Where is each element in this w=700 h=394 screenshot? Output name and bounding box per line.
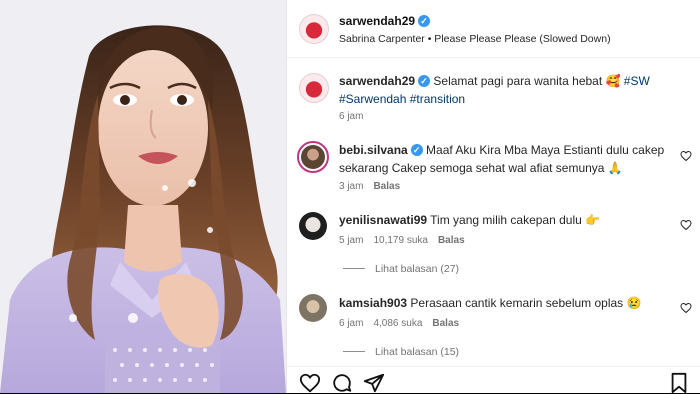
comment-avatar[interactable] [299, 212, 327, 240]
comment-time: 5 jam [339, 235, 364, 246]
verified-badge-icon: ✓ [410, 144, 423, 156]
caption-username[interactable]: sarwendah29 [339, 74, 415, 88]
replies-line [343, 351, 365, 352]
comment-username[interactable]: kamsiah903 [339, 296, 407, 310]
author-username[interactable]: sarwendah29 ✓ [339, 14, 431, 28]
comment-avatar[interactable] [299, 294, 327, 322]
view-replies-label[interactable]: Lihat balasan (15) [375, 346, 459, 358]
caption-time: 6 jam [339, 111, 364, 122]
caption-body: Selamat pagi para wanita hebat 🥰 [433, 74, 624, 88]
comment-username[interactable]: bebi.silvana [339, 143, 408, 157]
comment-text: yenilisnawati99 Tim yang milih cakepan d… [339, 211, 669, 229]
view-replies-label[interactable]: Lihat balasan (27) [375, 263, 459, 275]
action-bar [287, 372, 700, 394]
comment-body: Perasaan cantik kemarin sebelum oplas 😢 [410, 296, 642, 310]
comment-meta: 6 jam 4,086 suka Balas [339, 318, 469, 329]
comment-likes[interactable]: 10,179 suka [373, 235, 428, 246]
instagram-post-modal: sarwendah29 ✓ Sabrina Carpenter • Please … [0, 0, 700, 394]
send-icon[interactable] [363, 372, 385, 394]
comment-meta: 3 jam Balas [339, 181, 410, 192]
caption-meta: 6 jam [339, 111, 373, 122]
replies-line [343, 268, 365, 269]
comment-time: 6 jam [339, 318, 364, 329]
actions-divider [287, 366, 700, 367]
post-photo[interactable] [0, 0, 286, 393]
verified-badge-icon: ✓ [418, 75, 431, 87]
caption-avatar[interactable] [299, 73, 329, 103]
comment-likes[interactable]: 4,086 suka [373, 318, 422, 329]
verified-badge-icon: ✓ [418, 15, 431, 27]
caption-text: sarwendah29 ✓ Selamat pagi para wanita he… [339, 72, 689, 108]
author-username-text[interactable]: sarwendah29 [339, 14, 415, 28]
comment-body: Tim yang milih cakepan dulu 👉 [430, 213, 601, 227]
heart-icon[interactable] [680, 219, 692, 231]
heart-icon[interactable] [680, 302, 692, 314]
comment-time: 3 jam [339, 181, 364, 192]
reply-button[interactable]: Balas [432, 318, 459, 329]
comment-icon[interactable] [331, 372, 353, 394]
comment-text: kamsiah903 Perasaan cantik kemarin sebel… [339, 294, 669, 312]
heart-icon[interactable] [680, 150, 692, 162]
comment-username[interactable]: yenilisnawati99 [339, 213, 427, 227]
heart-icon[interactable] [299, 372, 321, 394]
reply-button[interactable]: Balas [438, 235, 465, 246]
view-replies-button[interactable]: Lihat balasan (15) [343, 346, 459, 358]
author-avatar[interactable] [299, 14, 329, 44]
comment-avatar[interactable] [297, 141, 329, 173]
portrait-illustration [0, 0, 286, 393]
bookmark-icon[interactable] [668, 372, 690, 394]
reply-button[interactable]: Balas [373, 181, 400, 192]
view-replies-button[interactable]: Lihat balasan (27) [343, 263, 459, 275]
header-divider [287, 57, 700, 58]
comment-meta: 5 jam 10,179 suka Balas [339, 235, 475, 246]
post-side-panel: sarwendah29 ✓ Sabrina Carpenter • Please … [286, 0, 700, 394]
comment-text: bebi.silvana ✓ Maaf Aku Kira Mba Maya Est… [339, 141, 679, 177]
audio-track[interactable]: Sabrina Carpenter • Please Please Please… [339, 33, 611, 45]
